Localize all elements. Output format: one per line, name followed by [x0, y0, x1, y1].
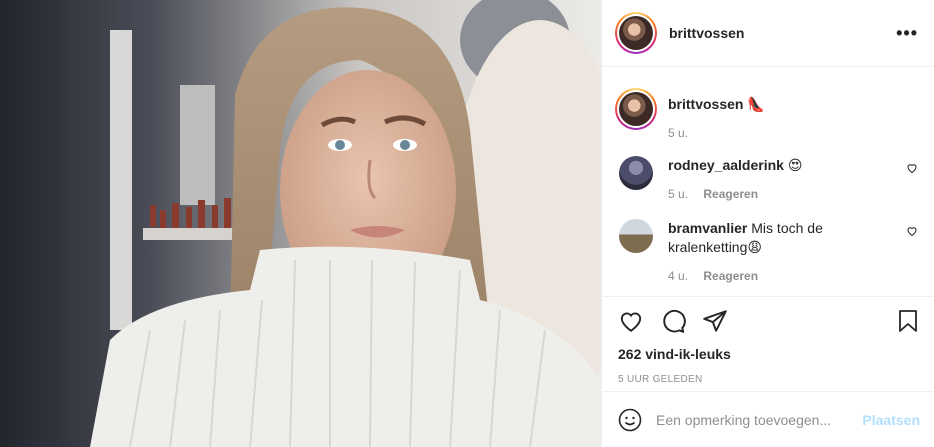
- caption-text: 👠: [747, 96, 765, 112]
- comment-bubble-icon[interactable]: [660, 308, 686, 334]
- comment-item: bramvanlier Mis toch de kralenketting😩 4…: [615, 217, 918, 286]
- save-bookmark-icon[interactable]: [896, 308, 920, 334]
- comment-username[interactable]: bramvanlier: [668, 220, 747, 236]
- share-paper-plane-icon[interactable]: [702, 308, 728, 334]
- comment-input[interactable]: Een opmerking toevoegen...: [656, 412, 862, 428]
- like-comment-heart-icon[interactable]: [906, 162, 918, 174]
- post-header: brittvossen •••: [602, 0, 934, 67]
- selfie-image: [0, 0, 601, 447]
- post-photo[interactable]: [0, 0, 601, 447]
- commenter-avatar[interactable]: [619, 219, 653, 253]
- reply-button[interactable]: Reageren: [703, 187, 758, 201]
- reply-button[interactable]: Reageren: [703, 269, 758, 283]
- post-caption: brittvossen 👠 5 u.: [615, 88, 918, 140]
- post-timestamp[interactable]: 5 UUR GELEDEN: [618, 374, 920, 385]
- caption-time[interactable]: 5 u.: [668, 126, 688, 140]
- comment-time[interactable]: 4 u.: [668, 269, 688, 283]
- comments-list[interactable]: brittvossen 👠 5 u. rodney_aalderink 😍 5 …: [602, 68, 934, 296]
- comment-time[interactable]: 5 u.: [668, 187, 688, 201]
- post-sidebar: brittvossen ••• brittvossen 👠 5 u. rodne…: [601, 0, 934, 447]
- author-avatar[interactable]: [615, 12, 657, 54]
- commenter-avatar[interactable]: [619, 156, 653, 190]
- more-options-icon[interactable]: •••: [896, 23, 918, 44]
- caption-avatar[interactable]: [615, 88, 657, 130]
- comment-text: 😍: [787, 157, 803, 173]
- emoji-icon[interactable]: [618, 408, 642, 432]
- post-comment-button[interactable]: Plaatsen: [862, 412, 920, 428]
- author-username[interactable]: brittvossen: [669, 25, 744, 41]
- caption-username[interactable]: brittvossen: [668, 96, 743, 112]
- likes-count[interactable]: 262 vind-ik-leuks: [618, 346, 920, 362]
- comment-username[interactable]: rodney_aalderink: [668, 157, 784, 173]
- like-comment-heart-icon[interactable]: [906, 225, 918, 237]
- add-comment-bar: Een opmerking toevoegen... Plaatsen: [602, 391, 934, 447]
- post-actions: 262 vind-ik-leuks 5 UUR GELEDEN: [602, 296, 934, 385]
- comment-item: rodney_aalderink 😍 5 u. Reageren: [615, 154, 918, 204]
- like-heart-icon[interactable]: [618, 308, 644, 334]
